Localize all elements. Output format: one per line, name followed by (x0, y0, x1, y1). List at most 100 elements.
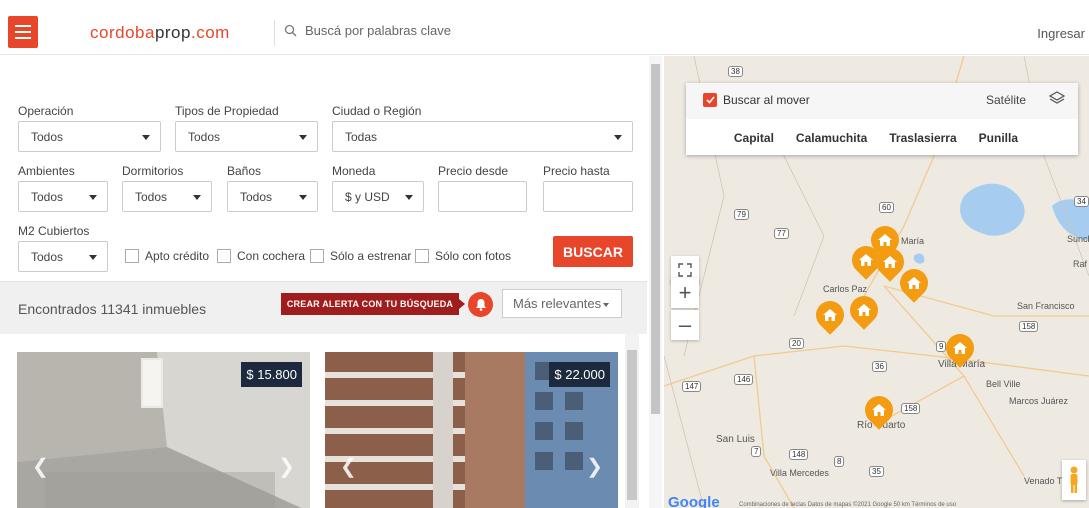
route-number: 147 (682, 381, 702, 392)
map-label: Carlos Paz (823, 284, 868, 294)
region-traslasierra[interactable]: Traslasierra (889, 131, 956, 145)
map-label: Villa Mercedes (770, 468, 829, 478)
chevron-down-icon (299, 135, 307, 140)
map-search-panel: Buscar al mover Satélite Capital Calamuc… (686, 83, 1078, 155)
zoom-in-button[interactable]: + (671, 278, 699, 308)
results-count: Encontrados 11341 inmuebles (18, 301, 207, 317)
alert-arrow (459, 299, 465, 309)
chevron-down-icon (142, 135, 150, 140)
ambientes-label: Ambientes (18, 164, 75, 178)
con-cochera-checkbox[interactable]: Con cochera (217, 249, 305, 263)
scrollbar-thumb[interactable] (651, 64, 660, 414)
map-panel-top: Buscar al mover Satélite (686, 83, 1078, 119)
chevron-left-icon[interactable]: ❮ (340, 454, 357, 479)
tipos-select[interactable]: Todos (175, 121, 318, 152)
precio-desde-input[interactable] (438, 181, 527, 212)
route-number: 8 (834, 456, 845, 467)
chevron-down-icon (405, 195, 413, 200)
moneda-select[interactable]: $ y USD (332, 181, 424, 212)
zoom-out-button[interactable]: – (671, 310, 699, 340)
route-number: 158 (901, 403, 921, 414)
map[interactable]: Carlos Paz Villa María Bell Ville Río Cu… (664, 56, 1089, 508)
map-label: María (901, 236, 925, 246)
top-bar: cordobaprop.com Ingresar (0, 0, 1089, 55)
route-number: 35 (869, 466, 884, 477)
route-number: 146 (734, 374, 754, 385)
map-label: Marcos Juárez (1009, 396, 1069, 406)
street-view-icon[interactable] (1062, 460, 1086, 500)
checkbox-box (217, 249, 231, 263)
property-card[interactable]: $ 22.000 ❮ ❯ (325, 352, 618, 508)
map-attribution: Combinaciones de teclas Datos de mapas ©… (739, 502, 957, 508)
route-number: 158 (1019, 321, 1039, 332)
map-label: San Luis (716, 434, 755, 445)
header-divider (274, 20, 275, 46)
region-capital[interactable]: Capital (734, 131, 774, 145)
checkbox-box (310, 249, 324, 263)
chevron-left-icon[interactable]: ❮ (32, 454, 49, 479)
region-calamuchita[interactable]: Calamuchita (796, 131, 867, 145)
route-number: 148 (789, 449, 809, 460)
results-bar: Encontrados 11341 inmuebles CREAR ALERTA… (0, 281, 647, 334)
route-number: 20 (789, 338, 804, 349)
filters-panel: Operación Todos Tipos de Propiedad Todos… (0, 56, 647, 508)
map-label: Raf (1073, 259, 1088, 269)
route-number: 36 (872, 361, 887, 372)
route-number: 38 (728, 66, 743, 77)
sort-select[interactable]: Más relevantes (502, 289, 622, 318)
create-alert-button[interactable]: CREAR ALERTA CON TU BÚSQUEDA (281, 293, 459, 315)
map-label: Bell Ville (986, 379, 1021, 389)
route-number: 7 (751, 446, 762, 457)
chevron-down-icon (614, 135, 622, 140)
google-logo: Google (668, 494, 720, 508)
property-card[interactable]: $ 15.800 ❮ ❯ (17, 352, 310, 508)
page-scrollbar[interactable] (649, 56, 662, 508)
moneda-label: Moneda (332, 164, 376, 178)
chevron-down-icon (299, 195, 307, 200)
chevron-right-icon[interactable]: ❯ (586, 454, 603, 479)
ciudad-select[interactable]: Todas (332, 121, 633, 152)
region-punilla[interactable]: Punilla (979, 131, 1018, 145)
layers-icon[interactable] (1048, 90, 1066, 113)
search-on-move-checkbox[interactable] (703, 93, 717, 107)
menu-icon[interactable] (8, 16, 38, 48)
dormitorios-label: Dormitorios (122, 164, 184, 178)
tipos-label: Tipos de Propiedad (175, 104, 279, 118)
search-button[interactable]: BUSCAR (553, 236, 633, 267)
map-label: San Francisco (1017, 301, 1075, 311)
scrollbar-thumb[interactable] (627, 350, 637, 500)
precio-desde-label: Precio desde (438, 164, 509, 178)
price-badge: $ 22.000 (549, 362, 610, 387)
site-logo[interactable]: cordobaprop.com (90, 23, 230, 43)
solo-fotos-checkbox[interactable]: Sólo con fotos (415, 249, 511, 263)
route-number: 34 (1074, 196, 1089, 207)
results-scrollbar[interactable] (625, 334, 639, 508)
ambientes-select[interactable]: Todos (18, 181, 108, 212)
satellite-toggle[interactable]: Satélite (986, 93, 1026, 107)
chevron-down-icon (89, 195, 97, 200)
search-on-move-label: Buscar al mover (723, 93, 810, 107)
checkbox-box (125, 249, 139, 263)
region-links: Capital Calamuchita Traslasierra Punilla (686, 131, 1078, 145)
route-number: 79 (734, 209, 749, 220)
m2-select[interactable]: Todos (18, 241, 108, 272)
operacion-label: Operación (18, 104, 74, 118)
map-label: Sunch (1067, 234, 1089, 244)
solo-estrenar-checkbox[interactable]: Sólo a estrenar (310, 249, 411, 263)
login-link[interactable]: Ingresar (1037, 26, 1085, 41)
apto-credito-checkbox[interactable]: Apto crédito (125, 249, 209, 263)
chevron-down-icon (89, 255, 97, 260)
chevron-right-icon[interactable]: ❯ (278, 454, 295, 479)
bell-icon[interactable] (468, 292, 493, 317)
price-badge: $ 15.800 (241, 362, 302, 387)
dormitorios-select[interactable]: Todos (122, 181, 212, 212)
precio-hasta-label: Precio hasta (543, 164, 610, 178)
route-number: 60 (879, 202, 894, 213)
banos-select[interactable]: Todos (227, 181, 318, 212)
operacion-select[interactable]: Todos (18, 121, 161, 152)
precio-hasta-input[interactable] (543, 181, 633, 212)
search-icon (284, 24, 297, 37)
m2-label: M2 Cubiertos (18, 224, 90, 238)
route-number: 77 (774, 228, 789, 239)
search-input[interactable] (305, 23, 605, 38)
